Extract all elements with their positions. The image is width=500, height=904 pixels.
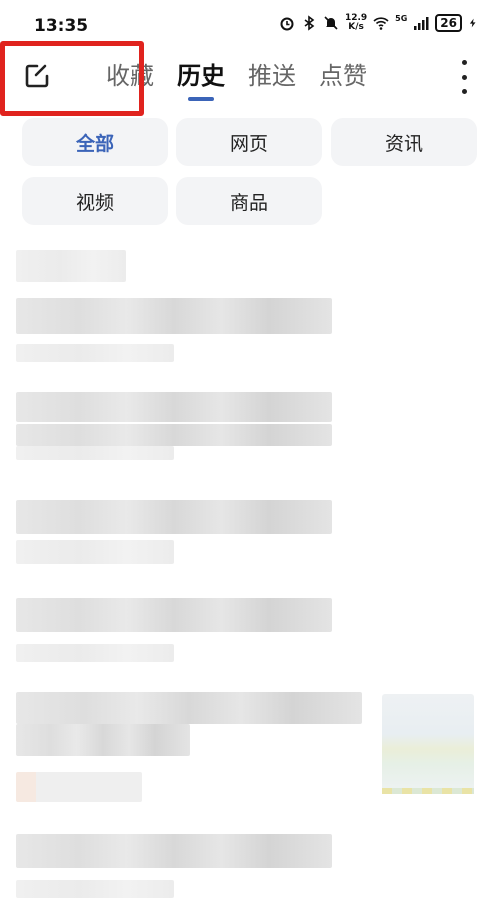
edit-icon [25, 64, 49, 88]
item-title-blurred [16, 392, 332, 422]
item-title-blurred [16, 834, 332, 868]
signal-label: 5G [395, 14, 408, 23]
mute-icon [324, 16, 338, 30]
tab-push[interactable]: 推送 [248, 56, 296, 101]
status-bar: 13:35 12.9 K/s 5G 26 [0, 0, 500, 44]
chip-label: 全部 [75, 132, 114, 155]
filter-chip-all[interactable]: 全部 [22, 118, 168, 166]
chip-label: 网页 [229, 132, 268, 155]
battery-indicator: 26 [435, 14, 462, 32]
item-title-line2-blurred [16, 424, 332, 446]
item-source-blurred [16, 344, 174, 362]
item-thumbnail [382, 694, 474, 794]
more-vertical-icon [461, 60, 467, 65]
item-title-blurred [16, 598, 332, 632]
tab-label: 点赞 [319, 62, 367, 90]
charging-icon [469, 18, 476, 28]
item-source-blurred [16, 446, 174, 460]
tab-favorites[interactable]: 收藏 [106, 56, 154, 101]
more-options-button[interactable] [454, 60, 474, 94]
chip-label: 资讯 [384, 132, 423, 155]
item-thumbnail-strip [382, 788, 474, 794]
item-source-blurred [16, 772, 142, 802]
chip-label: 视频 [75, 191, 114, 214]
signal-icon [414, 17, 429, 30]
filter-chip-web[interactable]: 网页 [176, 118, 322, 166]
top-navigation: 收藏 历史 推送 点赞 [0, 44, 500, 110]
net-speed: 12.9 K/s [345, 14, 367, 32]
item-source-blurred [16, 644, 174, 662]
tab-bar: 收藏 历史 推送 点赞 [106, 56, 367, 101]
item-title-blurred [16, 692, 362, 724]
filter-chip-news[interactable]: 资讯 [331, 118, 477, 166]
chip-label: 商品 [229, 191, 268, 214]
tab-history[interactable]: 历史 [177, 56, 225, 101]
alarm-icon [280, 17, 294, 31]
filter-chip-video[interactable]: 视频 [22, 177, 168, 225]
net-speed-unit: K/s [348, 22, 364, 32]
item-title-line2-blurred [16, 724, 190, 756]
item-source-blurred [16, 880, 174, 898]
filter-chip-products[interactable]: 商品 [176, 177, 322, 225]
wifi-icon [373, 17, 389, 30]
status-time: 13:35 [34, 16, 89, 36]
active-tab-indicator [188, 97, 214, 101]
item-title-blurred [16, 298, 332, 334]
tab-label: 推送 [248, 62, 296, 90]
item-source-blurred [16, 540, 174, 564]
edit-button[interactable] [20, 59, 54, 93]
tab-likes[interactable]: 点赞 [319, 56, 367, 101]
bluetooth-icon [304, 15, 315, 31]
date-header [16, 250, 126, 282]
tab-label: 收藏 [106, 62, 154, 90]
status-icons: 12.9 K/s 5G 26 [279, 14, 478, 32]
tab-label: 历史 [177, 62, 225, 90]
item-title-blurred [16, 500, 332, 534]
